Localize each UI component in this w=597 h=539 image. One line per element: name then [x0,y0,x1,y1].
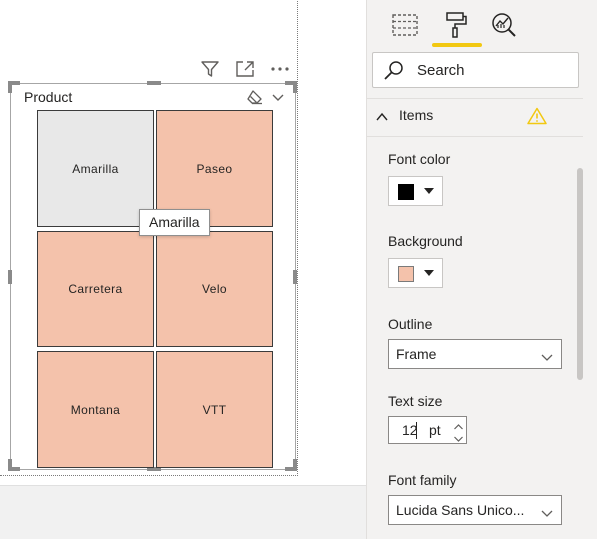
search-icon [383,60,405,82]
focus-mode-icon[interactable] [234,59,256,79]
analytics-magnifier-icon [492,13,516,37]
chevron-up-icon [375,110,389,124]
tile-label: VTT [202,402,227,417]
active-tab-indicator [432,43,482,47]
paint-roller-icon [446,12,467,38]
background-color-swatch [398,266,414,282]
tab-format[interactable] [440,9,472,41]
font-color-swatch [398,184,414,200]
caret-down-icon [424,188,434,194]
slicer-tile-amarilla[interactable]: Amarilla [37,110,154,227]
resize-handle-top[interactable] [147,81,161,85]
canvas-margin [322,0,366,485]
slicer-tile-montana[interactable]: Montana [37,351,154,468]
font-family-label: Font family [388,472,457,488]
background-label: Background [388,233,463,249]
resize-handle-top-left-v[interactable] [8,81,12,93]
resize-handle-left[interactable] [8,270,12,284]
outline-label: Outline [388,316,433,332]
tile-tooltip: Amarilla [139,209,210,236]
report-canvas[interactable]: Product Amarilla Paseo Carretera Velo Mo… [0,0,322,539]
eraser-icon[interactable] [246,89,264,105]
search-placeholder: Search [417,62,465,79]
caret-down-icon [424,270,434,276]
fields-table-icon [392,14,418,36]
chevron-down-icon [541,349,553,361]
tab-fields[interactable] [389,9,421,41]
section-label: Items [399,107,434,123]
text-size-label: Text size [388,393,443,409]
product-slicer[interactable]: Product Amarilla Paseo Carretera Velo Mo… [8,81,297,471]
tile-label: Paseo [196,161,233,176]
resize-handle-right[interactable] [293,270,297,284]
text-size-unit: pt [429,422,441,438]
pane-scrollbar[interactable] [577,168,583,380]
tile-label: Montana [70,402,121,417]
font-family-value: Lucida Sans Unico... [396,502,525,518]
text-size-input[interactable]: 12 pt [388,416,467,444]
font-color-picker[interactable] [388,176,443,206]
stepper-up-icon[interactable] [453,419,464,430]
slicer-title: Product [24,89,73,105]
outline-value: Frame [396,346,437,362]
slicer-tile-velo[interactable]: Velo [156,231,273,347]
section-header-items[interactable]: Items [367,99,583,137]
chevron-down-icon [541,505,553,517]
format-search-input[interactable]: Search [372,52,579,88]
resize-handle-bottom-right-v[interactable] [293,459,297,471]
more-options-icon[interactable] [269,59,291,79]
resize-handle-bottom-left-v[interactable] [8,459,12,471]
background-color-picker[interactable] [388,258,443,288]
slicer-tile-carretera[interactable]: Carretera [37,231,154,347]
tab-analytics[interactable] [488,9,520,41]
tile-label: Velo [202,282,227,296]
warning-icon [527,107,547,125]
filter-icon[interactable] [199,59,221,79]
text-cursor [416,422,417,439]
chevron-down-icon[interactable] [271,90,285,102]
resize-handle-top-right-v[interactable] [293,81,297,93]
page-tabs-bar [0,485,366,539]
font-color-label: Font color [388,151,451,167]
font-family-dropdown[interactable]: Lucida Sans Unico... [388,495,562,525]
tile-label: Amarilla [72,161,119,176]
stepper-down-icon[interactable] [453,431,464,442]
format-pane: Search Items Font color Background Outli… [366,0,597,539]
slicer-tile-vtt[interactable]: VTT [156,351,273,468]
outline-dropdown[interactable]: Frame [388,339,562,369]
tile-label: Carretera [68,282,123,296]
